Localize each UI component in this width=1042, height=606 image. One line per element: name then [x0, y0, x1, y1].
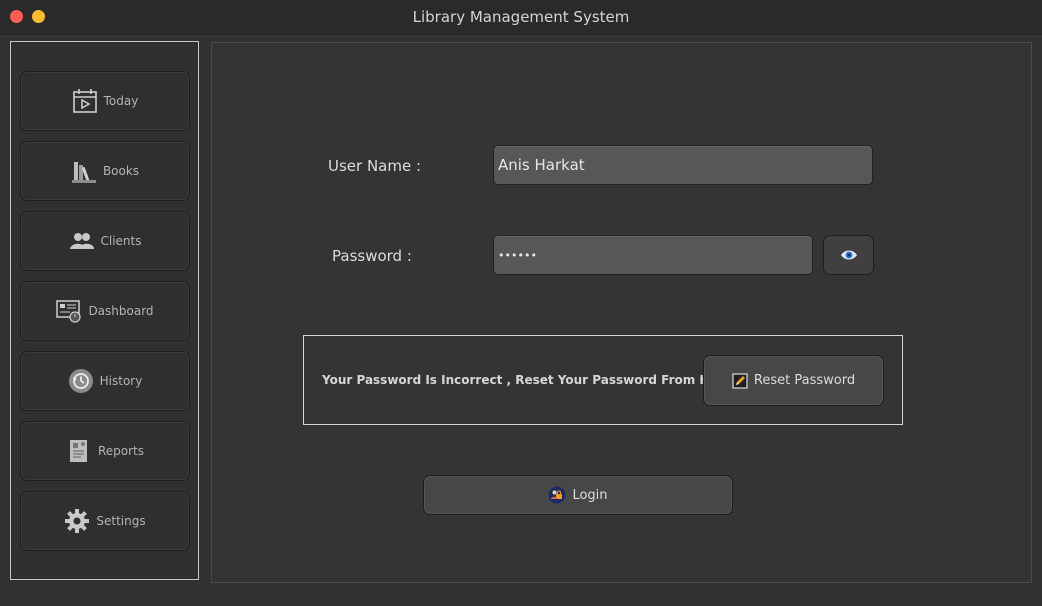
login-button[interactable]: Login	[423, 475, 733, 515]
sidebar-item-label: Today	[103, 94, 139, 108]
sidebar-item-label: Clients	[100, 234, 142, 248]
reset-password-label: Reset Password	[753, 373, 856, 388]
sidebar-item-reports[interactable]: Reports	[20, 421, 190, 481]
login-panel: User Name : Password : Your Password Is …	[211, 42, 1032, 583]
username-input[interactable]	[493, 145, 873, 185]
reset-password-box: Your Password Is Incorrect , Reset Your …	[303, 335, 903, 425]
sidebar-item-clients[interactable]: Clients	[20, 211, 190, 271]
sidebar: Today Books Clients Dashboard History Re…	[10, 41, 199, 580]
password-input[interactable]	[493, 235, 813, 275]
calendar-icon	[72, 88, 98, 114]
reports-icon	[66, 438, 92, 464]
sidebar-item-label: Reports	[97, 444, 145, 458]
login-lock-icon	[548, 486, 566, 504]
title-bar: Library Management System	[0, 0, 1042, 35]
sidebar-item-label: Settings	[96, 514, 146, 528]
reset-password-button[interactable]: Reset Password	[703, 355, 884, 406]
clients-icon	[69, 228, 95, 254]
sidebar-item-settings[interactable]: Settings	[20, 491, 190, 551]
history-icon	[68, 368, 94, 394]
sidebar-item-today[interactable]: Today	[20, 71, 190, 131]
reset-message: Your Password Is Incorrect , Reset Your …	[322, 373, 741, 387]
sidebar-item-books[interactable]: Books	[20, 141, 190, 201]
dashboard-icon	[56, 298, 82, 324]
gear-icon	[64, 508, 90, 534]
username-label: User Name :	[328, 157, 422, 175]
eye-icon	[840, 246, 858, 265]
sidebar-item-history[interactable]: History	[20, 351, 190, 411]
show-password-button[interactable]	[823, 235, 874, 275]
sidebar-item-label: History	[99, 374, 143, 388]
sidebar-item-dashboard[interactable]: Dashboard	[20, 281, 190, 341]
window-title: Library Management System	[412, 8, 630, 26]
edit-icon	[732, 372, 748, 389]
sidebar-item-label: Books	[102, 164, 140, 178]
books-icon	[71, 158, 97, 184]
sidebar-item-label: Dashboard	[88, 304, 154, 318]
password-label: Password :	[332, 247, 412, 265]
login-button-label: Login	[572, 487, 608, 503]
